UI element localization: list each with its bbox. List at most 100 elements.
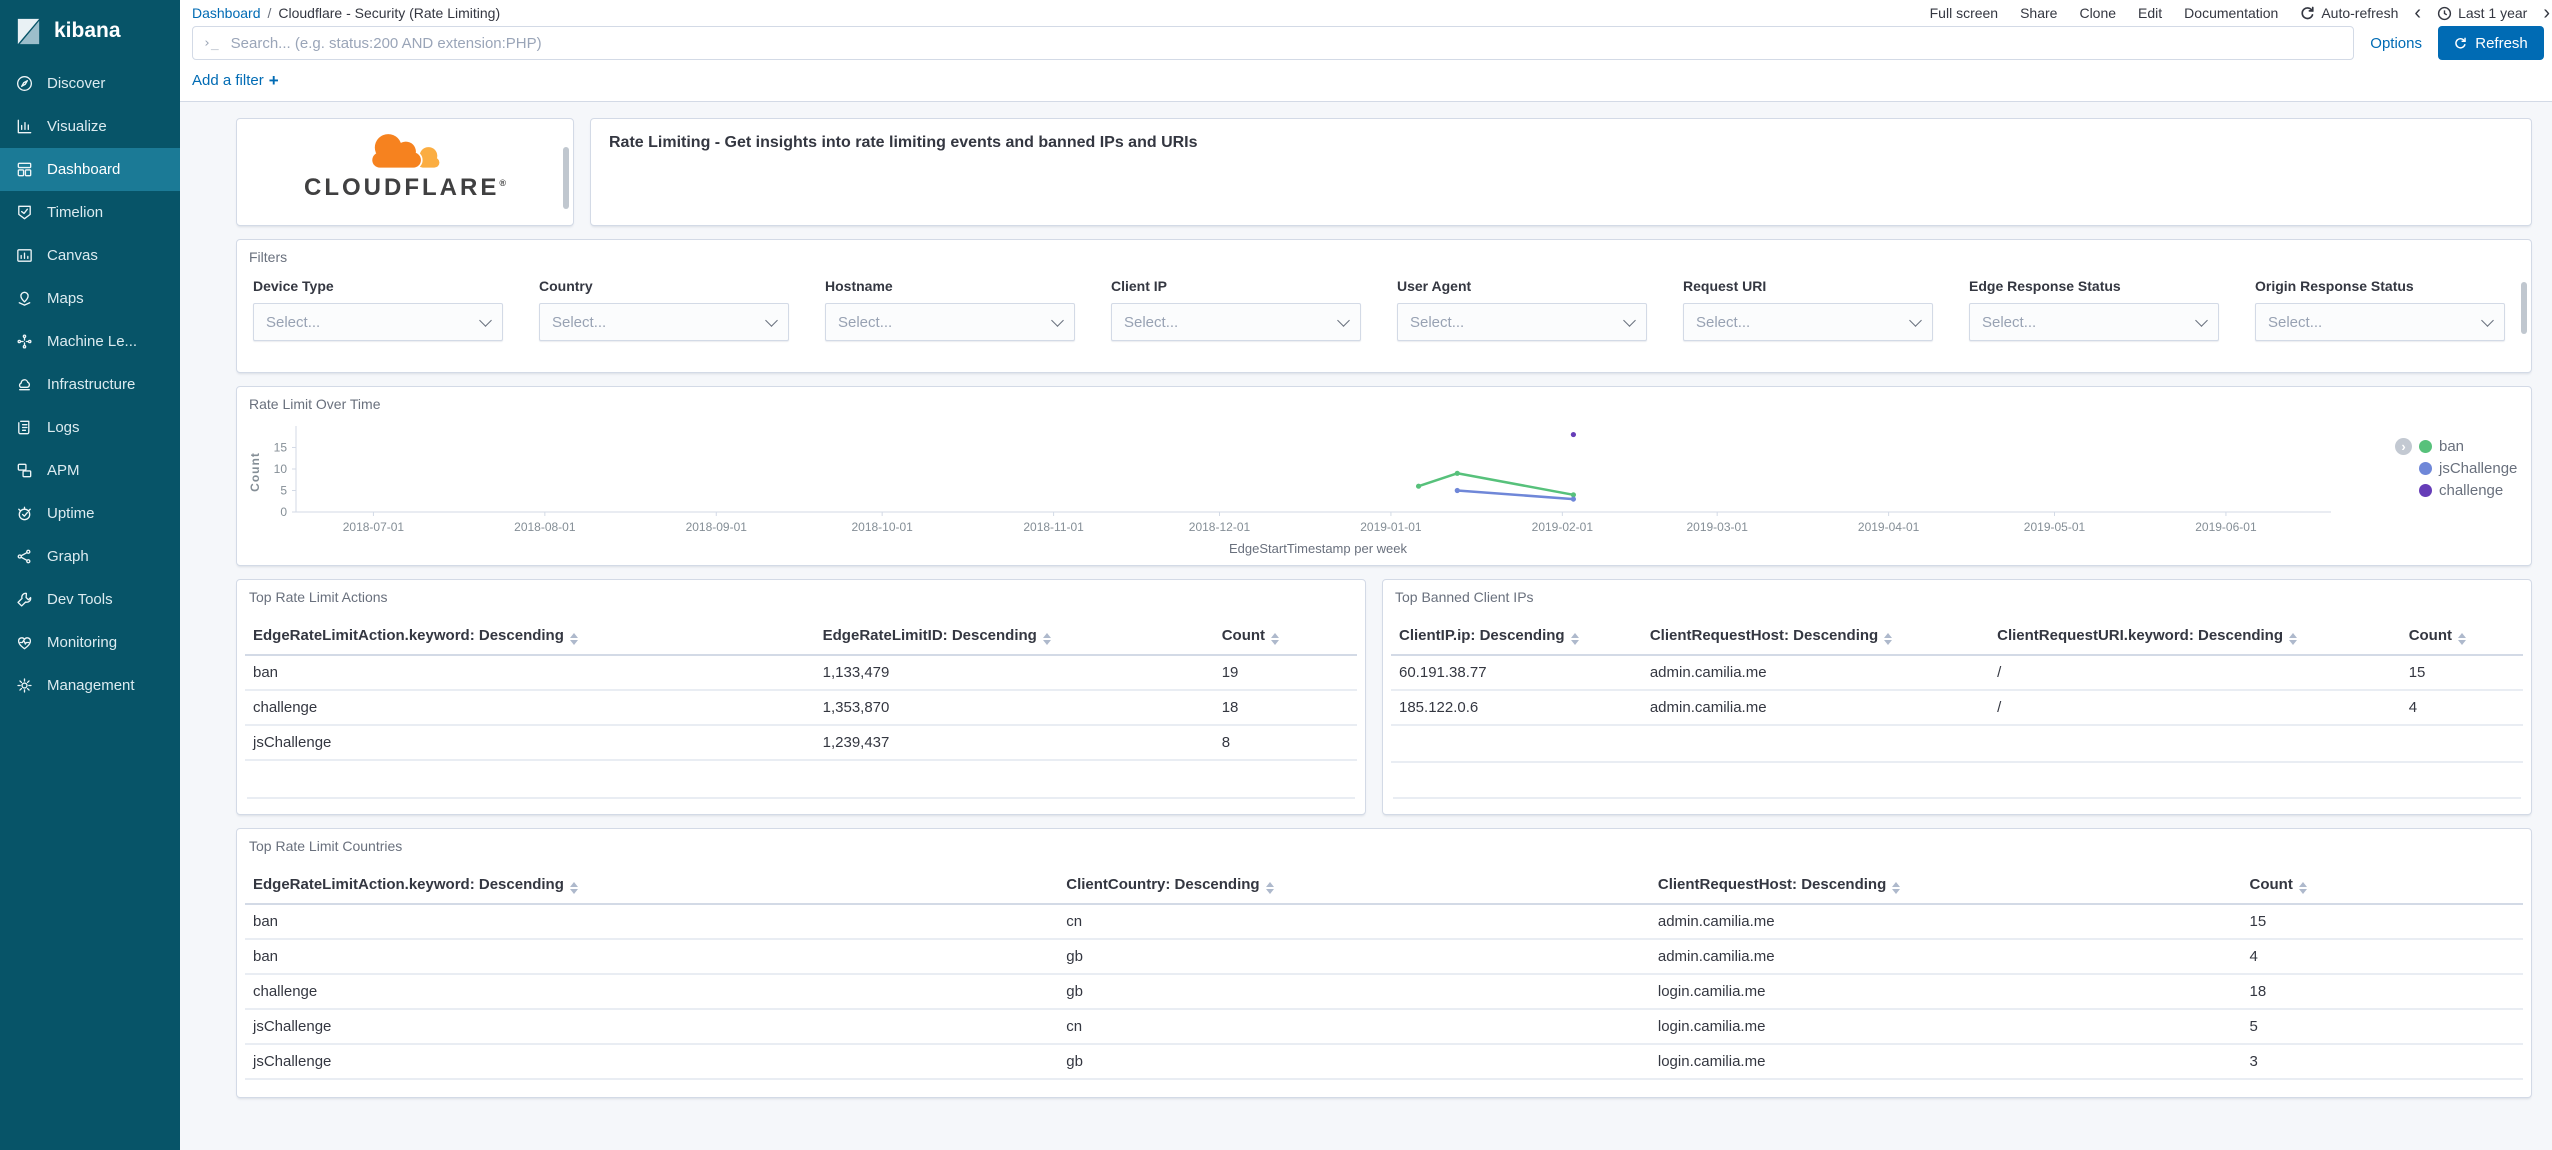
time-range-label: Last 1 year <box>2458 5 2528 21</box>
table-cell: jsChallenge <box>245 1044 1059 1080</box>
sidebar-item-dashboard[interactable]: Dashboard <box>0 148 180 191</box>
column-header[interactable]: EdgeRateLimitAction.keyword: Descending <box>245 617 815 656</box>
table-cell: admin.camilia.me <box>1649 939 2242 975</box>
sidebar-item-canvas[interactable]: Canvas <box>0 234 180 277</box>
x-tick-label: 2019-04-01 <box>1858 520 1920 534</box>
legend-collapse-icon[interactable]: › <box>2395 438 2412 455</box>
filter-select-hostname[interactable]: Select... <box>825 303 1075 341</box>
scrollbar-thumb[interactable] <box>563 147 569 209</box>
legend-item-jsChallenge[interactable]: jsChallenge <box>2395 460 2527 477</box>
search-box: ›_ <box>192 26 2355 60</box>
filters-grid: Device Type Select... Country Select... Host… <box>237 265 2531 341</box>
legend-swatch <box>2419 462 2432 475</box>
kibana-logo[interactable]: kibana <box>0 0 180 62</box>
sidebar-item-dev-tools[interactable]: Dev Tools <box>0 578 180 621</box>
sidebar-item-label: Dashboard <box>47 161 121 178</box>
sidebar-item-graph[interactable]: Graph <box>0 535 180 578</box>
share-button[interactable]: Share <box>2020 5 2057 21</box>
filter-field-request-uri: Request URI Select... <box>1683 278 1933 341</box>
add-filter-button[interactable]: Add a filter + <box>192 72 279 89</box>
search-input[interactable] <box>228 33 2344 53</box>
table-cell: cn <box>1058 1009 1650 1045</box>
breadcrumb-separator: / <box>267 5 272 21</box>
y-tick-label: 0 <box>280 505 287 519</box>
filter-select-edge-response-status[interactable]: Select... <box>1969 303 2219 341</box>
main-area: Dashboard / Cloudflare - Security (Rate … <box>180 0 2552 1150</box>
x-axis-title: EdgeStartTimestamp per week <box>1229 541 1407 556</box>
x-tick-label: 2018-07-01 <box>343 520 405 534</box>
column-header[interactable]: ClientRequestHost: Descending <box>1649 866 2242 905</box>
table-row: ban gb admin.camilia.me 4 <box>245 939 2523 975</box>
table-cell: 18 <box>2241 974 2523 1010</box>
time-next-button[interactable]: › <box>2543 3 2550 23</box>
sidebar-item-logs[interactable]: Logs <box>0 406 180 449</box>
sort-icon <box>1570 633 1579 645</box>
sidebar-item-label: Machine Le... <box>47 333 138 350</box>
filter-select-request-uri[interactable]: Select... <box>1683 303 1933 341</box>
breadcrumb-dashboard-link[interactable]: Dashboard <box>192 5 261 21</box>
column-header[interactable]: EdgeRateLimitAction.keyword: Descending <box>245 866 1059 905</box>
column-header[interactable]: ClientRequestHost: Descending <box>1641 617 1990 656</box>
sidebar-nav: Discover Visualize Dashboard Timelion Canvas… <box>0 62 180 707</box>
documentation-button[interactable]: Documentation <box>2184 5 2278 21</box>
column-header-label: Count <box>1221 627 1266 644</box>
edit-button[interactable]: Edit <box>2138 5 2162 21</box>
filter-select-country[interactable]: Select... <box>539 303 789 341</box>
filter-label: User Agent <box>1397 278 1472 294</box>
sidebar-item-visualize[interactable]: Visualize <box>0 105 180 148</box>
refresh-button[interactable]: Refresh <box>2438 26 2544 60</box>
column-header-label: ClientRequestHost: Descending <box>1657 876 1887 893</box>
column-header[interactable]: ClientIP.ip: Descending <box>1391 617 1642 656</box>
time-range-button[interactable]: Last 1 year <box>2437 5 2527 21</box>
panel-title: Top Rate Limit Actions <box>249 589 388 605</box>
sidebar-item-infrastructure[interactable]: Infrastructure <box>0 363 180 406</box>
column-header[interactable]: Count <box>2400 617 2523 656</box>
options-link[interactable]: Options <box>2370 35 2422 52</box>
filter-select-device-type[interactable]: Select... <box>253 303 503 341</box>
sidebar-item-label: Maps <box>47 290 84 307</box>
sidebar-item-label: APM <box>47 462 80 479</box>
full-screen-button[interactable]: Full screen <box>1930 5 1998 21</box>
column-header[interactable]: ClientCountry: Descending <box>1058 866 1650 905</box>
table-cell: jsChallenge <box>245 725 815 761</box>
chart-wrap: 0 5 10 15 2018-07-01 2018-08-01 2018-09-01 2018… <box>237 412 2531 556</box>
sidebar-item-machine-learning[interactable]: Machine Le... <box>0 320 180 363</box>
filter-select-user-agent[interactable]: Select... <box>1397 303 1647 341</box>
auto-refresh-label: Auto-refresh <box>2321 5 2399 21</box>
filter-select-origin-response-status[interactable]: Select... <box>2255 303 2505 341</box>
sidebar-item-uptime[interactable]: Uptime <box>0 492 180 535</box>
column-header-label: ClientRequestURI.keyword: Descending <box>1997 627 2284 644</box>
table-cell: login.camilia.me <box>1649 1044 2242 1080</box>
sidebar-item-management[interactable]: Management <box>0 664 180 707</box>
table-row: ban cn admin.camilia.me 15 <box>245 904 2523 940</box>
data-point-ban <box>1415 483 1422 489</box>
column-header[interactable]: ClientRequestURI.keyword: Descending <box>1989 617 2401 656</box>
filter-field-client-ip: Client IP Select... <box>1111 278 1361 341</box>
dashboard-row-1: CLOUDFLARE® Rate Limiting - Get insights… <box>236 118 2532 226</box>
select-placeholder: Select... <box>1410 313 1465 331</box>
sidebar: kibana Discover Visualize Dashboard Timelio… <box>0 0 180 1150</box>
table-footer-divider <box>1393 797 2521 799</box>
filter-select-client-ip[interactable]: Select... <box>1111 303 1361 341</box>
time-prev-button[interactable]: ‹ <box>2414 3 2421 23</box>
x-tick-label: 2019-03-01 <box>1686 520 1748 534</box>
column-header[interactable]: EdgeRateLimitID: Descending <box>814 617 1214 656</box>
legend-item-challenge[interactable]: challenge <box>2395 482 2527 499</box>
legend-item-ban[interactable]: › ban <box>2395 438 2527 455</box>
column-header[interactable]: Count <box>2241 866 2523 905</box>
sidebar-item-timelion[interactable]: Timelion <box>0 191 180 234</box>
query-prompt-icon: ›_ <box>203 35 219 51</box>
table-cell: / <box>1989 655 2401 691</box>
clone-button[interactable]: Clone <box>2079 5 2116 21</box>
sidebar-item-apm[interactable]: APM <box>0 449 180 492</box>
sidebar-item-discover[interactable]: Discover <box>0 62 180 105</box>
column-header[interactable]: Count <box>1213 617 1357 656</box>
sidebar-item-monitoring[interactable]: Monitoring <box>0 621 180 664</box>
sidebar-item-maps[interactable]: Maps <box>0 277 180 320</box>
x-tick-label: 2018-12-01 <box>1189 520 1251 534</box>
auto-refresh-button[interactable]: Auto-refresh <box>2300 5 2398 21</box>
table-cell: 1,133,479 <box>814 655 1214 691</box>
scrollbar-thumb[interactable] <box>2521 282 2527 334</box>
table-row: jsChallenge cn login.camilia.me 5 <box>245 1009 2523 1045</box>
dashboard-row-4: Top Rate Limit Actions EdgeRateLimitActi… <box>236 579 2532 815</box>
